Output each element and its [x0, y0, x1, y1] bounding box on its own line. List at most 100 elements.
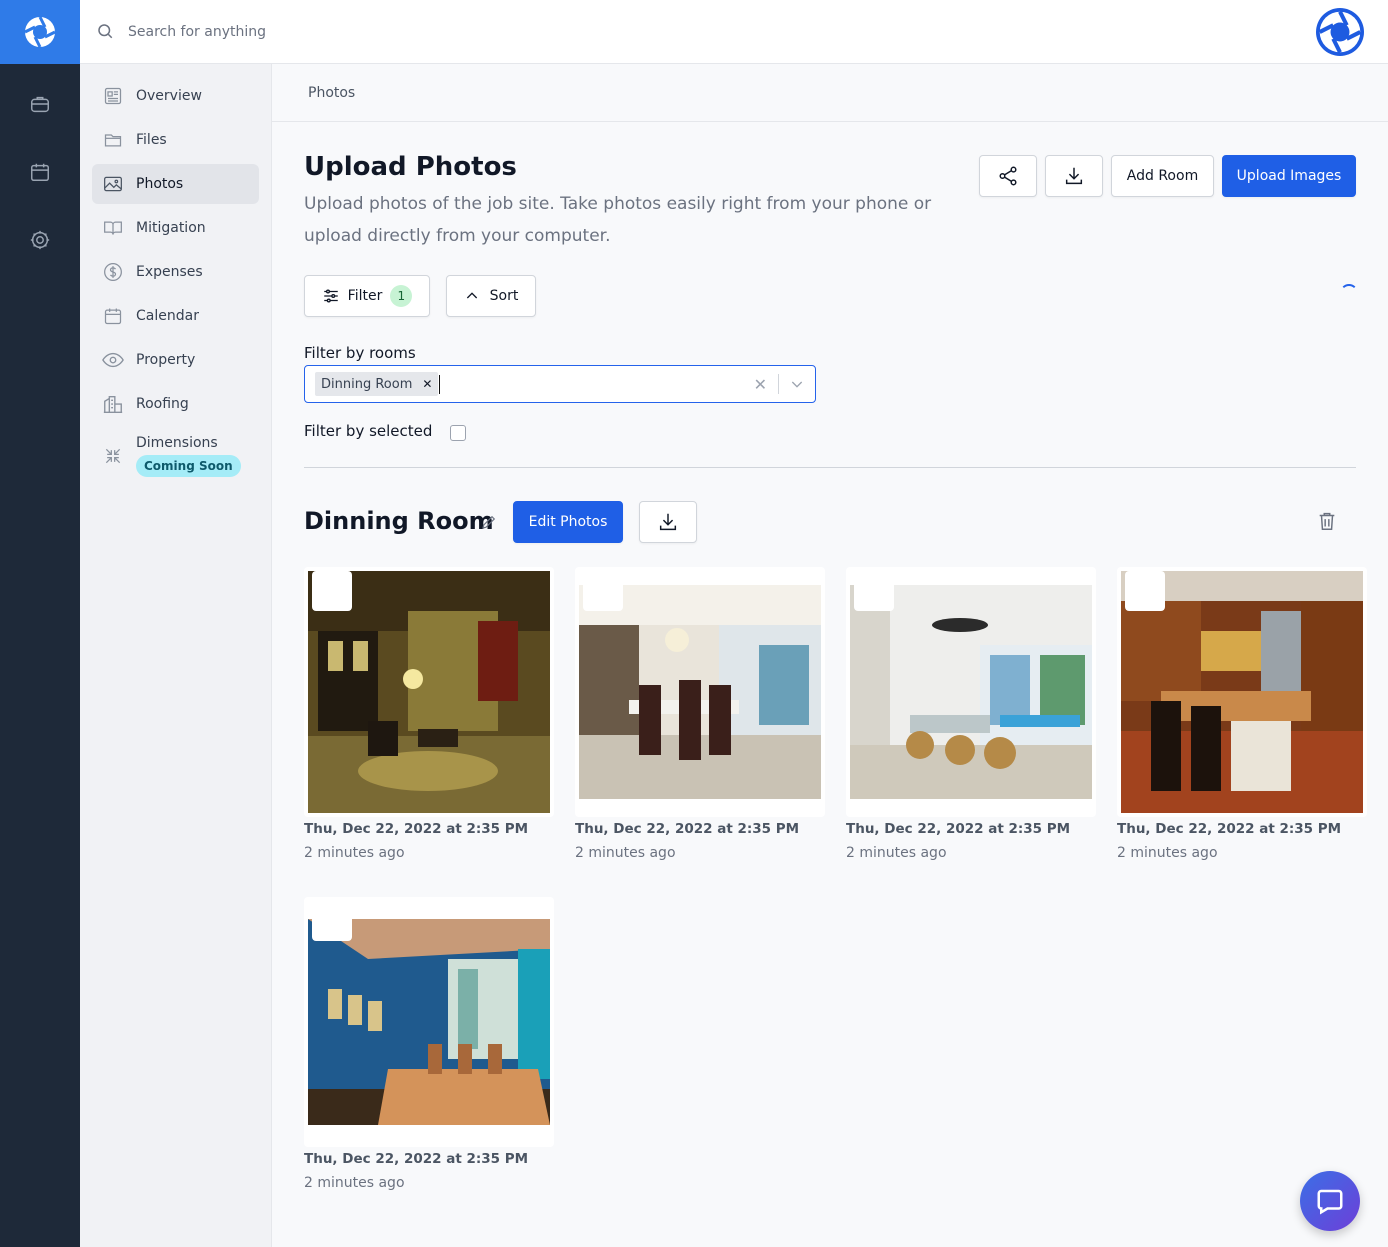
sidebar-item-overview[interactable]: Overview	[92, 76, 259, 116]
chat-icon	[1317, 1189, 1343, 1215]
section-sidebar: Overview Files Photos Mitigation Expense…	[80, 64, 272, 1247]
sidebar-item-expenses[interactable]: Expenses	[92, 252, 259, 292]
sidebar-item-label: Photos	[136, 176, 184, 192]
calendar-icon	[102, 305, 124, 327]
folder-icon	[102, 129, 124, 151]
photo-date: Thu, Dec 22, 2022 at 2:35 PM	[575, 821, 800, 837]
download-icon	[1065, 167, 1083, 185]
photo-card[interactable]: Thu, Dec 22, 2022 at 2:35 PM 2 minutes a…	[575, 567, 825, 861]
photo-relative-time: 2 minutes ago	[846, 845, 947, 861]
sidebar-item-label: Mitigation	[136, 220, 206, 236]
filter-button[interactable]: Filter 1	[304, 275, 430, 317]
app-logo[interactable]	[0, 0, 80, 64]
collapse-icon	[102, 445, 124, 467]
briefcase-icon[interactable]	[0, 84, 80, 124]
room-title: Dinning Room	[304, 507, 494, 535]
upload-images-button[interactable]: Upload Images	[1222, 155, 1356, 197]
dollar-icon	[102, 261, 124, 283]
photo-card[interactable]: Thu, Dec 22, 2022 at 2:35 PM 2 minutes a…	[846, 567, 1096, 861]
share-icon	[999, 166, 1017, 186]
gear-icon[interactable]	[0, 220, 80, 260]
sidebar-item-label: Calendar	[136, 308, 199, 324]
photo-date: Thu, Dec 22, 2022 at 2:35 PM	[1117, 821, 1342, 837]
sidebar-item-label: Expenses	[136, 264, 203, 280]
shutter-logo-icon	[24, 16, 56, 48]
sort-label: Sort	[489, 288, 519, 304]
filter-label: Filter	[347, 288, 383, 304]
photo-thumbnail	[850, 585, 1092, 799]
photo-card[interactable]: Thu, Dec 22, 2022 at 2:35 PM 2 minutes a…	[304, 567, 554, 861]
loading-spinner	[1340, 284, 1358, 302]
edit-photos-button[interactable]: Edit Photos	[513, 501, 623, 543]
clear-selection-icon[interactable]: ✕	[754, 375, 767, 395]
photo-select-checkbox[interactable]	[854, 571, 894, 611]
sidebar-item-property[interactable]: Property	[92, 340, 259, 380]
coming-soon-badge: Coming Soon	[136, 455, 241, 477]
text-caret	[439, 375, 440, 394]
photo-relative-time: 2 minutes ago	[304, 1175, 405, 1191]
top-bar	[80, 0, 1388, 64]
photo-thumbnail	[308, 919, 550, 1125]
avatar[interactable]	[1316, 8, 1364, 56]
remove-chip-icon[interactable]: ✕	[422, 377, 432, 391]
sidebar-item-label: Roofing	[136, 396, 189, 412]
section-divider	[304, 467, 1356, 468]
sidebar-item-photos[interactable]: Photos	[92, 164, 259, 204]
main-content: Photos Upload Photos Upload photos of th…	[272, 64, 1388, 1247]
sidebar-item-label: Files	[136, 132, 167, 148]
filter-selected-checkbox[interactable]	[450, 425, 466, 441]
select-separator	[778, 374, 779, 394]
chat-launcher-button[interactable]	[1300, 1171, 1360, 1231]
sidebar-item-label: Overview	[136, 88, 202, 104]
download-all-button[interactable]	[1045, 155, 1103, 197]
filter-rooms-label: Filter by rooms	[304, 344, 416, 362]
photo-select-checkbox[interactable]	[583, 571, 623, 611]
header-actions: Add Room Upload Images	[979, 155, 1356, 197]
delete-room-icon[interactable]	[1316, 510, 1338, 537]
photo-card[interactable]: Thu, Dec 22, 2022 at 2:35 PM 2 minutes a…	[1117, 567, 1367, 861]
edit-room-name-icon[interactable]	[480, 513, 498, 536]
breadcrumb: Photos	[272, 64, 1388, 122]
sidebar-item-files[interactable]: Files	[92, 120, 259, 160]
download-icon	[659, 513, 677, 531]
photo-select-checkbox[interactable]	[312, 571, 352, 611]
calendar-rail-icon[interactable]	[0, 152, 80, 192]
sidebar-item-label: Property	[136, 352, 196, 368]
sidebar-item-calendar[interactable]: Calendar	[92, 296, 259, 336]
breadcrumb-item[interactable]: Photos	[308, 85, 355, 101]
app-rail	[0, 0, 80, 1247]
sort-button[interactable]: Sort	[446, 275, 536, 317]
sidebar-item-roofing[interactable]: Roofing	[92, 384, 259, 424]
photo-select-checkbox[interactable]	[312, 901, 352, 941]
photo-date: Thu, Dec 22, 2022 at 2:35 PM	[304, 821, 529, 837]
photo-date: Thu, Dec 22, 2022 at 2:35 PM	[304, 1151, 529, 1167]
sidebar-item-mitigation[interactable]: Mitigation	[92, 208, 259, 248]
room-filter-select[interactable]: Dinning Room ✕ ✕	[304, 365, 816, 403]
photo-relative-time: 2 minutes ago	[1117, 845, 1218, 861]
chevron-up-icon	[466, 292, 477, 299]
building-icon	[102, 393, 124, 415]
page-description: Upload photos of the job site. Take phot…	[304, 194, 932, 246]
filter-selected-label: Filter by selected	[304, 422, 433, 440]
page-title: Upload Photos	[304, 152, 517, 182]
image-icon	[102, 173, 124, 195]
sliders-icon	[323, 289, 338, 303]
photo-relative-time: 2 minutes ago	[304, 845, 405, 861]
search-icon	[96, 22, 114, 45]
shutter-avatar-icon	[1318, 10, 1362, 54]
book-icon	[102, 217, 124, 239]
overview-icon	[102, 85, 124, 107]
share-button[interactable]	[979, 155, 1037, 197]
chevron-down-icon[interactable]	[789, 376, 805, 397]
add-room-button[interactable]: Add Room	[1111, 155, 1214, 197]
photo-select-checkbox[interactable]	[1125, 571, 1165, 611]
filter-count-badge: 1	[390, 285, 413, 307]
photo-relative-time: 2 minutes ago	[575, 845, 676, 861]
search-input[interactable]	[128, 20, 528, 44]
chip-label: Dinning Room	[321, 376, 413, 392]
sidebar-item-dimensions[interactable]: Dimensions Coming Soon	[92, 428, 259, 484]
sidebar-item-label: Dimensions	[136, 435, 218, 451]
photo-card[interactable]: Thu, Dec 22, 2022 at 2:35 PM 2 minutes a…	[304, 897, 554, 1191]
room-download-button[interactable]	[639, 501, 697, 543]
photo-thumbnail	[579, 585, 821, 799]
